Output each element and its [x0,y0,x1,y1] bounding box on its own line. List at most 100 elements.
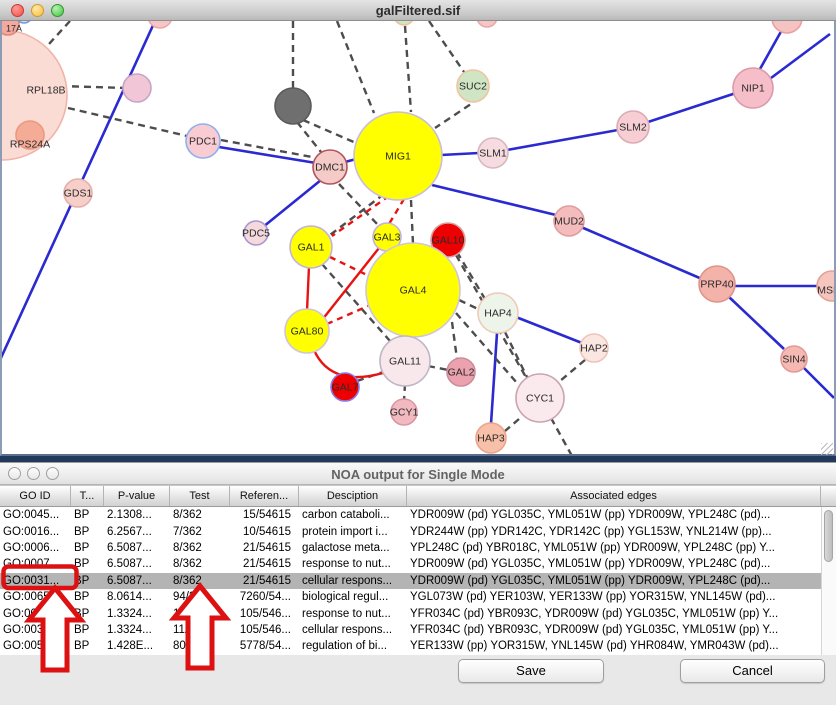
cell: BP [71,640,104,652]
cell: response to nut... [299,608,407,620]
cell: galactose meta... [299,542,407,554]
cancel-button[interactable]: Cancel [680,659,825,683]
node-label-gal3: GAL3 [374,232,401,244]
table-row[interactable]: GO:0016...BP6.2567...7/36210/54615protei… [0,523,821,539]
edge-gray [405,26,411,112]
node-label-nip1: NIP1 [741,83,765,95]
node-label-rpl18b: RPL18B [26,85,65,97]
node-label-gal2: GAL2 [448,367,475,379]
cell: GO:0006... [0,542,71,554]
cell: YDR009W (pd) YGL035C, YML051W (pp) YDR00… [407,558,821,570]
node-label-hap4: HAP4 [484,308,512,320]
cell: 6.2567... [104,526,170,538]
node-label-gal4: GAL4 [400,285,427,297]
edge-blue [648,93,736,122]
cell: 21/54615 [230,575,299,587]
edge-red-dash [327,306,368,324]
node-label-pdc1: PDC1 [189,136,217,148]
edge-gray [459,300,478,309]
network-canvas[interactable]: 17ARPL18BRPS24AGDS1PDC1DMC1MIG1SUC2SLM1S… [0,21,836,456]
table-row[interactable]: GO:0031...BP6.5087...8/36221/54615cellul… [0,573,821,589]
edge-gray [551,418,572,455]
noa-window-title: NOA output for Single Mode [0,467,836,482]
edge-gray [337,21,374,113]
noa-window-titlebar[interactable]: NOA output for Single Mode [0,463,836,485]
node-top-green[interactable] [394,21,414,25]
cell: 105/546... [230,624,299,636]
cell: YDR009W (pd) YGL035C, YML051W (pp) YDR00… [407,575,821,587]
cell: YFR034C (pd) YBR093C, YDR009W (pd) YGL03… [407,608,821,620]
network-graph: 17ARPL18BRPS24AGDS1PDC1DMC1MIG1SUC2SLM1S… [2,21,834,455]
edge-blue [441,153,479,155]
graph-window: galFiltered.sif 17ARPL18BRPS24AGDS1PDC1D… [0,0,836,458]
node-label-gal10: GAL10 [432,235,465,247]
column-header-t-[interactable]: T... [71,486,104,506]
noa-output-window: NOA output for Single Mode GO IDT...P-va… [0,462,836,705]
edge-gray [303,120,356,143]
cell: 1.3324... [104,608,170,620]
graph-window-titlebar[interactable]: galFiltered.sif [0,0,836,21]
cell: 80/362 [170,640,230,652]
edge-blue [507,130,618,150]
cell: GO:0007... [0,558,71,570]
cell: 8/362 [170,509,230,521]
node-top-right-pink[interactable] [772,21,802,33]
cell: GO:0045... [0,509,71,521]
cell: GO:0031... [0,608,71,620]
cell: BP [71,558,104,570]
node-label-slm1: SLM1 [479,148,507,160]
column-header-p-value[interactable]: P-value [104,486,170,506]
edge-blue [760,28,783,69]
table-row[interactable]: GO:0006...BP6.5087...8/36221/54615galact… [0,540,821,556]
edge-gray [457,252,485,299]
cell: BP [71,526,104,538]
node-label-gal11: GAL11 [389,356,421,368]
cell: 10/54615 [230,526,299,538]
graph-window-title: galFiltered.sif [0,3,836,18]
table-row[interactable]: GO:0007...BP6.5087...8/36221/54615respon… [0,556,821,572]
cell: 7260/54... [230,591,299,603]
table-row[interactable]: GO:0045...BP2.1308...8/36215/54615carbon… [0,507,821,523]
column-header-test[interactable]: Test [170,486,230,506]
node-label-mud2: MUD2 [554,216,584,228]
cell: YGL073W (pd) YER103W, YER133W (pp) YOR31… [407,591,821,603]
cell: BP [71,509,104,521]
edge-gray [428,366,448,370]
column-header-associated-edges[interactable]: Associated edges [407,486,821,506]
table-row[interactable]: GO:0031...BP1.3324...11/362105/546...cel… [0,622,821,638]
vertical-scrollbar[interactable] [821,507,836,655]
resize-grip[interactable] [821,443,833,455]
cell: GO:0050... [0,640,71,652]
node-label-dmc1: DMC1 [315,162,345,174]
cell: GO:0016... [0,526,71,538]
cell: 8/362 [170,542,230,554]
desktop: { "graph_window": { "title": "galFiltere… [0,0,836,704]
column-header-go-id[interactable]: GO ID [0,486,71,506]
node-label-gal7: GAL7 [332,382,359,394]
save-button[interactable]: Save [458,659,604,683]
node-gray-node[interactable] [275,88,311,124]
table-row[interactable]: GO:0065...BP8.0614...94/3627260/54...bio… [0,589,821,605]
node-rpl18b[interactable] [123,74,151,102]
cell: 6.5087... [104,542,170,554]
node-label-gcy1: GCY1 [390,407,419,419]
column-header-desciption[interactable]: Desciption [299,486,407,506]
edge-red-dash [389,199,404,224]
cell: BP [71,542,104,554]
edge-gray [411,200,413,244]
cell: 15/54615 [230,509,299,521]
cell: 11/362 [170,608,230,620]
cell: 8.0614... [104,591,170,603]
scrollbar-thumb[interactable] [824,510,833,562]
table-header-row[interactable]: GO IDT...P-valueTestReferen...Desciption… [0,485,836,507]
cell: 11/362 [170,624,230,636]
node-label-gds1: GDS1 [64,188,93,200]
node-top-pink-2[interactable] [477,21,497,27]
column-header-referen-[interactable]: Referen... [230,486,299,506]
table-row[interactable]: GO:0031...BP1.3324...11/362105/546...res… [0,605,821,621]
edge-blue [432,185,556,215]
cell: 105/546... [230,608,299,620]
node-label-prp40: PRP40 [700,279,733,291]
cell: 7/362 [170,526,230,538]
table-row[interactable]: GO:0050...BP1.428E...80/3625778/54...reg… [0,638,821,654]
